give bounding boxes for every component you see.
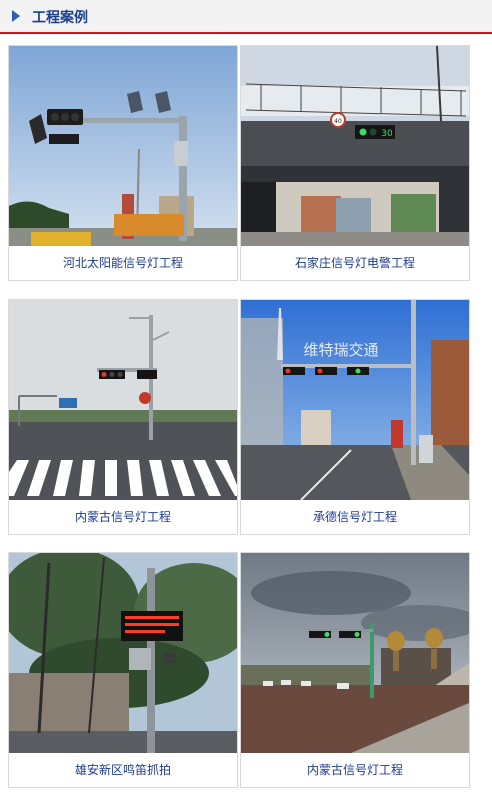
watermark-text: 维特瑞交通: [303, 341, 378, 359]
speed-limit-sign: 40: [334, 118, 342, 125]
case-card[interactable]: 雄安新区鸣笛抓拍: [8, 552, 238, 788]
case-photo-inner-mongolia-2[interactable]: [241, 553, 469, 753]
case-caption[interactable]: 内蒙古信号灯工程: [241, 753, 469, 787]
case-card[interactable]: 河北太阳能信号灯工程: [8, 45, 238, 281]
case-card[interactable]: 维特瑞交通 承德信号灯工程: [240, 299, 470, 535]
case-photo-chengde[interactable]: 维特瑞交通: [241, 300, 469, 500]
case-photo-inner-mongolia-1[interactable]: [9, 300, 237, 500]
case-caption[interactable]: 石家庄信号灯电警工程: [241, 246, 469, 280]
countdown-display: 30: [381, 129, 393, 139]
case-card[interactable]: 40 30 石家庄信号灯电警工程: [240, 45, 470, 281]
case-caption[interactable]: 河北太阳能信号灯工程: [9, 246, 237, 280]
case-caption[interactable]: 内蒙古信号灯工程: [9, 500, 237, 534]
section-header: 工程案例: [0, 0, 492, 34]
case-caption[interactable]: 承德信号灯工程: [241, 500, 469, 534]
triangle-arrow-icon: [12, 10, 20, 22]
case-photo-solar-signal[interactable]: [9, 46, 237, 246]
case-card[interactable]: 内蒙古信号灯工程: [8, 299, 238, 535]
section-title: 工程案例: [32, 10, 88, 26]
case-photo-xiongan[interactable]: [9, 553, 237, 753]
case-caption[interactable]: 雄安新区鸣笛抓拍: [9, 753, 237, 787]
case-card[interactable]: 内蒙古信号灯工程: [240, 552, 470, 788]
case-photo-shijiazhuang[interactable]: 40 30: [241, 46, 469, 246]
